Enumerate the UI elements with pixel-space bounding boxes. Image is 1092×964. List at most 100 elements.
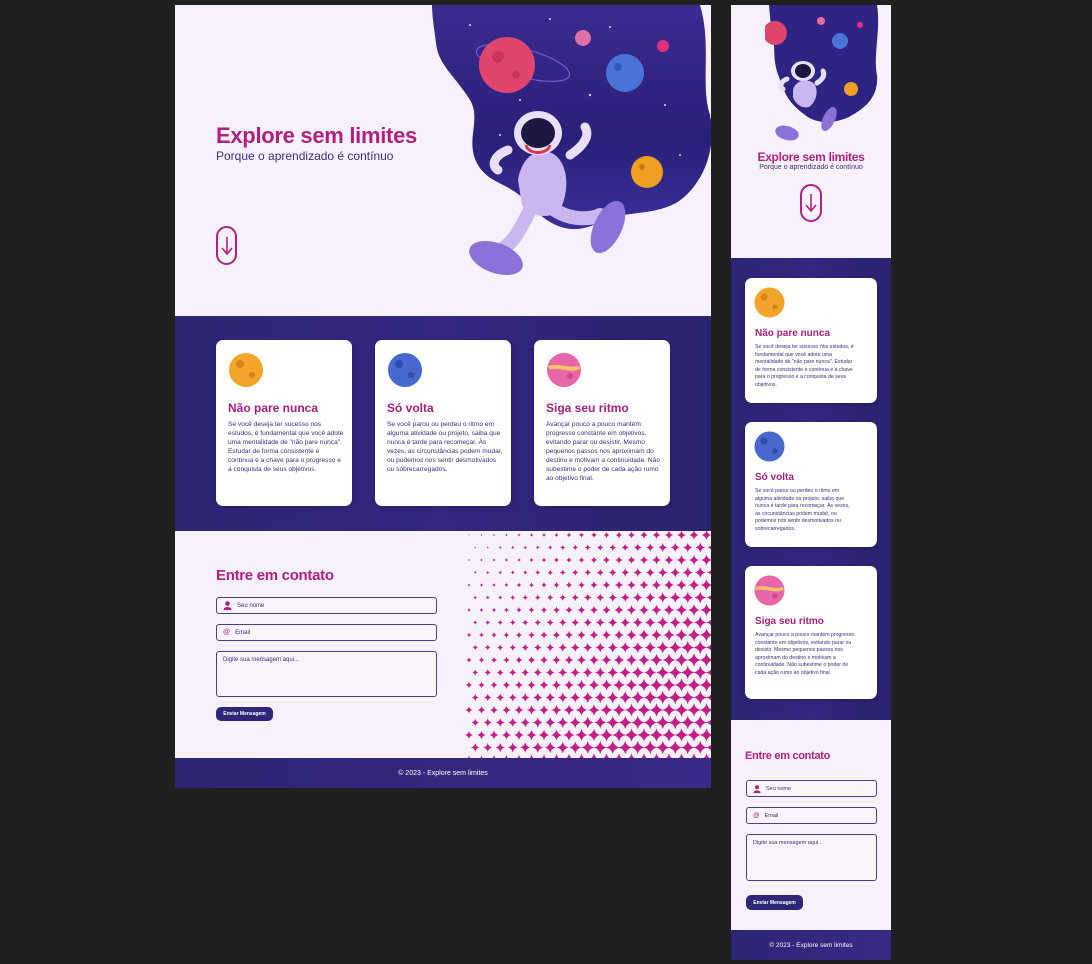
sparkle-shape bbox=[539, 655, 549, 665]
card-title: Não pare nunca bbox=[228, 401, 319, 415]
card-text: Se você parou ou perdeu o ritmo em algum… bbox=[755, 488, 850, 532]
sparkle-shape bbox=[650, 629, 663, 641]
sparkle-shape bbox=[502, 705, 511, 715]
sparkle-shape bbox=[674, 653, 689, 667]
sparkle-shape bbox=[664, 531, 674, 540]
card-title: Só volta bbox=[755, 472, 794, 483]
sparkle-shape bbox=[495, 718, 505, 727]
sparkle-shape bbox=[559, 569, 566, 576]
sparkle-shape bbox=[547, 569, 554, 576]
sparkle-shape bbox=[668, 715, 683, 730]
sparkle-shape bbox=[674, 678, 689, 692]
sparkle-shape bbox=[613, 629, 625, 641]
sparkle-shape bbox=[699, 628, 711, 642]
sparkle-shape bbox=[553, 557, 560, 563]
sparkle-shape bbox=[535, 545, 540, 550]
sparkle-shape bbox=[663, 579, 675, 591]
sparkle-shape bbox=[472, 669, 479, 676]
sparkle-shape bbox=[591, 532, 597, 538]
sparkle-shape bbox=[497, 595, 503, 600]
name-field[interactable]: Seu nome bbox=[216, 597, 437, 614]
sparkle-shape bbox=[669, 616, 682, 629]
sparkle-shape bbox=[699, 653, 711, 667]
user-icon bbox=[223, 601, 232, 610]
sparkle-shape bbox=[466, 657, 472, 663]
card-text: Se você deseja ter sucesso nos estudos, … bbox=[755, 344, 854, 388]
sparkle-shape bbox=[639, 555, 649, 565]
message-placeholder: Digite sua mensagem aqui... bbox=[223, 657, 300, 663]
sparkle-shape bbox=[505, 533, 508, 537]
sparkle-shape bbox=[621, 543, 629, 552]
name-placeholder: Seu nome bbox=[766, 785, 792, 792]
sparkle-shape bbox=[474, 546, 477, 549]
sparkle-shape bbox=[674, 703, 689, 717]
sparkle-shape bbox=[637, 728, 651, 742]
sparkle-shape bbox=[508, 668, 517, 677]
arrow-down-icon bbox=[220, 236, 233, 255]
sparkle-shape bbox=[676, 579, 687, 591]
sparkle-shape bbox=[603, 531, 610, 539]
sparkle-shape bbox=[560, 544, 566, 551]
sparkle-shape bbox=[640, 531, 648, 539]
card-text: Se você parou ou perdeu o ritmo em algum… bbox=[387, 421, 503, 473]
sparkle-shape bbox=[705, 644, 711, 651]
sparkle-shape bbox=[670, 567, 681, 578]
sparkle-shape bbox=[607, 642, 618, 653]
sparkle-shape bbox=[669, 592, 681, 603]
sparkle-shape bbox=[649, 728, 664, 742]
sparkle-shape bbox=[657, 616, 669, 629]
sparkle-shape bbox=[668, 740, 683, 755]
sparkle-shape bbox=[651, 604, 662, 616]
sparkle-shape bbox=[551, 704, 562, 716]
user-icon bbox=[753, 784, 761, 793]
card-text: Avançar pouco a pouco mantém progresso c… bbox=[755, 632, 855, 676]
sparkle-shape bbox=[541, 582, 547, 588]
sparkle-shape bbox=[693, 690, 708, 705]
sparkle-shape bbox=[559, 594, 567, 601]
email-field[interactable]: @ Email bbox=[746, 807, 877, 824]
sparkle-shape bbox=[594, 691, 606, 704]
sparkle-shape bbox=[480, 558, 483, 562]
sparkle-shape bbox=[583, 642, 593, 653]
sparkle-shape bbox=[492, 583, 496, 587]
sparkle-shape bbox=[700, 579, 711, 591]
sparkle-shape bbox=[657, 567, 668, 578]
sparkle-shape bbox=[625, 678, 638, 692]
sparkle-shape bbox=[484, 644, 491, 651]
name-field[interactable]: Seu nome bbox=[746, 780, 877, 797]
message-field[interactable]: Digite sua mensagem aqui... bbox=[216, 651, 437, 697]
sparkle-shape bbox=[558, 643, 567, 652]
sparkle-shape bbox=[503, 656, 510, 664]
sparkle-shape bbox=[569, 741, 582, 754]
footer-text: © 2023 - Explore sem limites bbox=[769, 941, 853, 949]
sparkle-shape bbox=[646, 543, 655, 552]
sparkle-shape bbox=[589, 655, 599, 665]
sparkle-shape bbox=[517, 533, 521, 537]
sparkle-shape bbox=[539, 705, 549, 715]
scroll-down-button[interactable] bbox=[216, 226, 237, 265]
sparkle-shape bbox=[681, 616, 694, 629]
send-message-button[interactable]: Enviar Mensagem bbox=[216, 707, 273, 721]
sparkle-shape bbox=[545, 692, 556, 703]
sparkle-shape bbox=[589, 630, 599, 640]
sparkle-shape bbox=[497, 644, 504, 651]
sparkle-shape bbox=[522, 619, 529, 626]
sparkle-shape bbox=[484, 693, 492, 702]
sparkle-shape bbox=[552, 631, 561, 639]
sparkle-shape bbox=[569, 716, 581, 729]
at-icon: @ bbox=[753, 812, 760, 819]
email-field[interactable]: @ Email bbox=[216, 624, 437, 641]
features-section: Não pare nunca Se você deseja ter sucess… bbox=[731, 258, 891, 720]
sparkle-shape bbox=[503, 607, 510, 613]
sparkle-shape bbox=[612, 703, 626, 717]
message-field[interactable]: Digite sua mensagem aqui... bbox=[746, 834, 877, 881]
sparkle-shape bbox=[498, 546, 502, 549]
scroll-down-button[interactable] bbox=[800, 184, 822, 222]
sparkle-shape bbox=[526, 705, 537, 715]
sparkle-shape bbox=[631, 666, 644, 679]
send-message-button[interactable]: Enviar Mensagem bbox=[746, 895, 803, 910]
sparkle-shape bbox=[496, 693, 505, 702]
sparkle-shape bbox=[557, 692, 568, 703]
sparkle-shape bbox=[594, 716, 607, 729]
sparkle-shape bbox=[590, 556, 598, 564]
